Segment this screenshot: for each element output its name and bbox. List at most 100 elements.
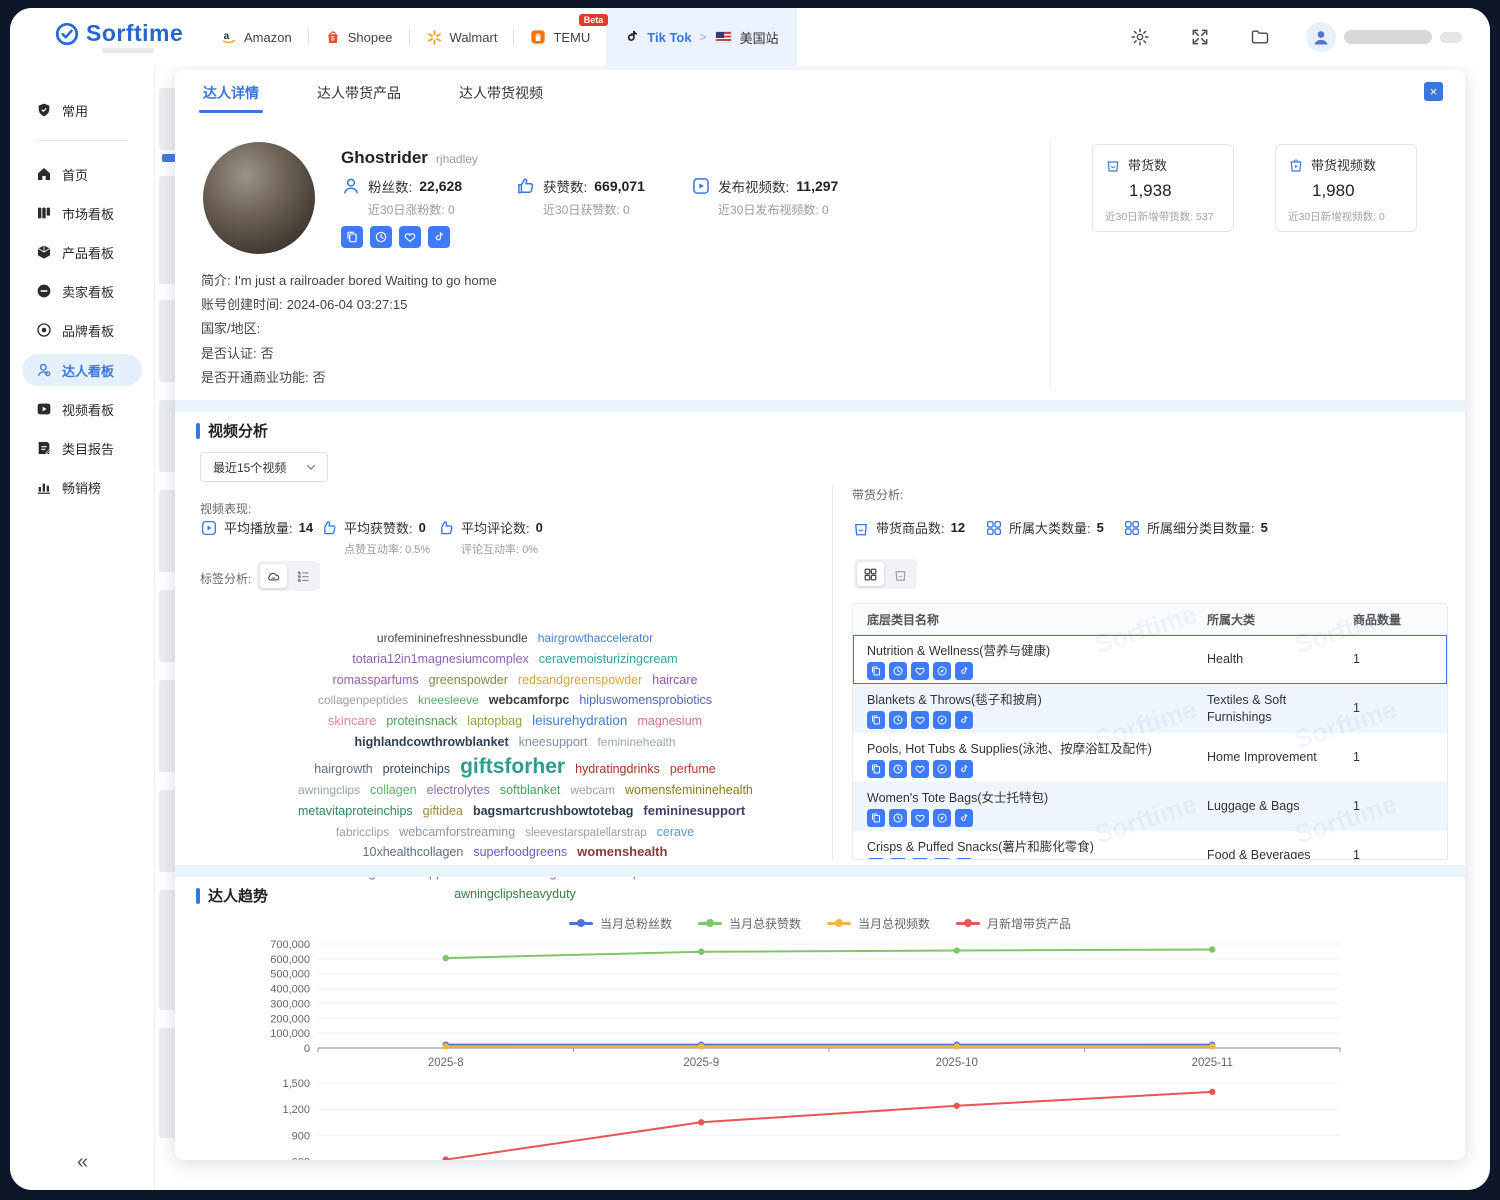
tag-word[interactable]: hipluswomensprobiotics <box>579 693 712 707</box>
tag-word[interactable]: hydratingdrinks <box>575 762 660 776</box>
video-range-select[interactable]: 最近15个视频 <box>200 452 328 482</box>
tag-word[interactable]: greenspowder <box>429 673 508 687</box>
close-icon[interactable]: × <box>1424 82 1443 101</box>
bag-view-button[interactable] <box>887 562 914 586</box>
trend-chart-new-products[interactable]: 6009001,2001,500 <box>260 1076 1390 1160</box>
tag-word[interactable]: totaria12in1magnesiumcomplex <box>352 652 528 666</box>
tiktok-icon[interactable] <box>955 662 973 680</box>
tag-word[interactable]: leisurehydration <box>532 713 627 728</box>
legend-item[interactable]: 当月总粉丝数 <box>569 915 672 932</box>
table-row[interactable]: Pools, Hot Tubs & Supplies(泳池、按摩浴缸及配件)Ho… <box>853 733 1447 782</box>
copy-icon[interactable] <box>867 711 885 729</box>
tag-word[interactable]: giftsforher <box>460 755 565 778</box>
heart-icon[interactable] <box>911 858 929 860</box>
table-row[interactable]: Crisps & Puffed Snacks(薯片和膨化零食)Food & Be… <box>853 831 1447 860</box>
copy-icon[interactable] <box>867 760 885 778</box>
tag-word[interactable]: hairgrowth <box>314 762 372 776</box>
fullscreen-icon[interactable] <box>1190 27 1210 47</box>
tag-word[interactable]: urofemininefreshnessbundle <box>377 631 528 645</box>
tiktok-icon[interactable] <box>428 226 450 248</box>
user-account[interactable] <box>1306 8 1462 66</box>
marketplace-tab-temu[interactable]: TEMU Beta <box>514 8 606 66</box>
tag-word[interactable]: electrolytes <box>427 783 490 797</box>
tag-word[interactable]: skincare <box>328 713 376 728</box>
settings-gear-icon[interactable] <box>1130 27 1150 47</box>
explore-icon[interactable] <box>933 760 951 778</box>
table-row[interactable]: Nutrition & Wellness(营养与健康)Health1 <box>853 635 1447 684</box>
sidebar-item-common[interactable]: 常用 <box>22 94 142 126</box>
legend-item[interactable]: 当月总获赞数 <box>698 915 801 932</box>
sidebar-item-influencer[interactable]: 达人看板 <box>22 354 142 386</box>
copy-icon[interactable] <box>867 662 885 680</box>
heart-icon[interactable] <box>399 226 421 248</box>
table-row[interactable]: Blankets & Throws(毯子和披肩)Textiles & Soft … <box>853 684 1447 733</box>
sidebar-item-report[interactable]: 类目报告 <box>22 432 142 464</box>
tag-word[interactable]: webcamforstreaming <box>399 825 515 839</box>
explore-icon[interactable] <box>933 858 951 860</box>
table-row[interactable]: Women's Tote Bags(女士托特包)Luggage & Bags1 <box>853 782 1447 831</box>
clock-icon[interactable] <box>370 226 392 248</box>
clock-icon[interactable] <box>889 809 907 827</box>
tag-word[interactable]: romassparfums <box>333 673 419 687</box>
app-logo[interactable]: Sorftime <box>54 20 183 47</box>
grid-view-button[interactable] <box>857 562 884 586</box>
heart-icon[interactable] <box>911 760 929 778</box>
tag-word[interactable]: hairgrowthaccelerator <box>538 631 653 645</box>
tag-word[interactable]: kneesleeve <box>418 693 479 707</box>
copy-icon[interactable] <box>867 858 885 860</box>
tab-influencer-videos[interactable]: 达人带货视频 <box>459 83 543 107</box>
legend-item[interactable]: 当月总视频数 <box>827 915 930 932</box>
tag-word[interactable]: 10xhealthcollagen <box>363 845 464 859</box>
tiktok-icon[interactable] <box>955 760 973 778</box>
tab-influencer-products[interactable]: 达人带货产品 <box>317 83 401 107</box>
tag-word[interactable]: femininehealth <box>597 735 675 749</box>
sidebar-item-video[interactable]: 视频看板 <box>22 393 142 425</box>
tag-word[interactable]: awningclips <box>298 783 360 797</box>
tiktok-icon[interactable] <box>955 858 973 860</box>
heart-icon[interactable] <box>911 711 929 729</box>
tag-word[interactable]: laptopbag <box>467 714 522 728</box>
sidebar-item-bestseller[interactable]: 畅销榜 <box>22 471 142 503</box>
tiktok-icon[interactable] <box>955 711 973 729</box>
tag-word[interactable]: superfoodgreens <box>473 845 567 859</box>
explore-icon[interactable] <box>933 711 951 729</box>
tag-word[interactable]: redsandgreenspowder <box>518 673 642 687</box>
tab-influencer-detail[interactable]: 达人详情 <box>203 83 259 107</box>
sidebar-item-seller[interactable]: 卖家看板 <box>22 275 142 307</box>
tag-word[interactable]: highlandcowthrowblanket <box>354 735 508 749</box>
tag-word[interactable]: cerave <box>657 825 695 839</box>
clock-icon[interactable] <box>889 711 907 729</box>
copy-icon[interactable] <box>341 226 363 248</box>
sidebar-collapse-button[interactable]: « <box>10 1151 155 1174</box>
tag-word[interactable]: womenshealth <box>577 844 667 859</box>
sidebar-item-brand[interactable]: 品牌看板 <box>22 314 142 346</box>
tag-word[interactable]: kneesupport <box>519 735 588 749</box>
sidebar-item-home[interactable]: 首页 <box>22 158 142 190</box>
tag-word[interactable]: collagenpeptides <box>318 693 408 707</box>
tag-word[interactable]: magnesium <box>637 714 702 728</box>
tag-word[interactable]: haircare <box>652 673 697 687</box>
tag-word[interactable]: proteinsnack <box>386 714 457 728</box>
explore-icon[interactable] <box>933 662 951 680</box>
tiktok-icon[interactable] <box>955 809 973 827</box>
marketplace-tab-tiktok[interactable]: Tik Tok <box>624 8 691 66</box>
tag-word[interactable]: awningclipsheavyduty <box>454 887 576 901</box>
list-view-button[interactable] <box>290 564 317 588</box>
tag-word[interactable]: womensfemininehealth <box>625 783 753 797</box>
explore-icon[interactable] <box>933 809 951 827</box>
clock-icon[interactable] <box>889 662 907 680</box>
tag-word[interactable]: femininesupport <box>643 803 745 818</box>
tag-word[interactable]: webcam <box>570 783 615 797</box>
tag-word[interactable]: perfume <box>670 762 716 776</box>
legend-item[interactable]: 月新增带货产品 <box>956 915 1071 932</box>
site-selector[interactable]: 美国站 <box>740 28 779 47</box>
marketplace-tab-walmart[interactable]: Walmart <box>410 8 514 66</box>
tag-word[interactable]: giftidea <box>423 804 463 818</box>
folder-icon[interactable] <box>1250 27 1270 47</box>
tag-word[interactable]: webcamforpc <box>489 693 570 707</box>
tag-word[interactable]: proteinchips <box>383 762 450 776</box>
tag-word[interactable]: collagen <box>370 783 417 797</box>
marketplace-tab-shopee[interactable]: S Shopee <box>309 8 409 66</box>
tag-word[interactable]: sleevestarspatellarstrap <box>525 827 646 839</box>
tag-word[interactable]: fabricclips <box>336 825 389 839</box>
